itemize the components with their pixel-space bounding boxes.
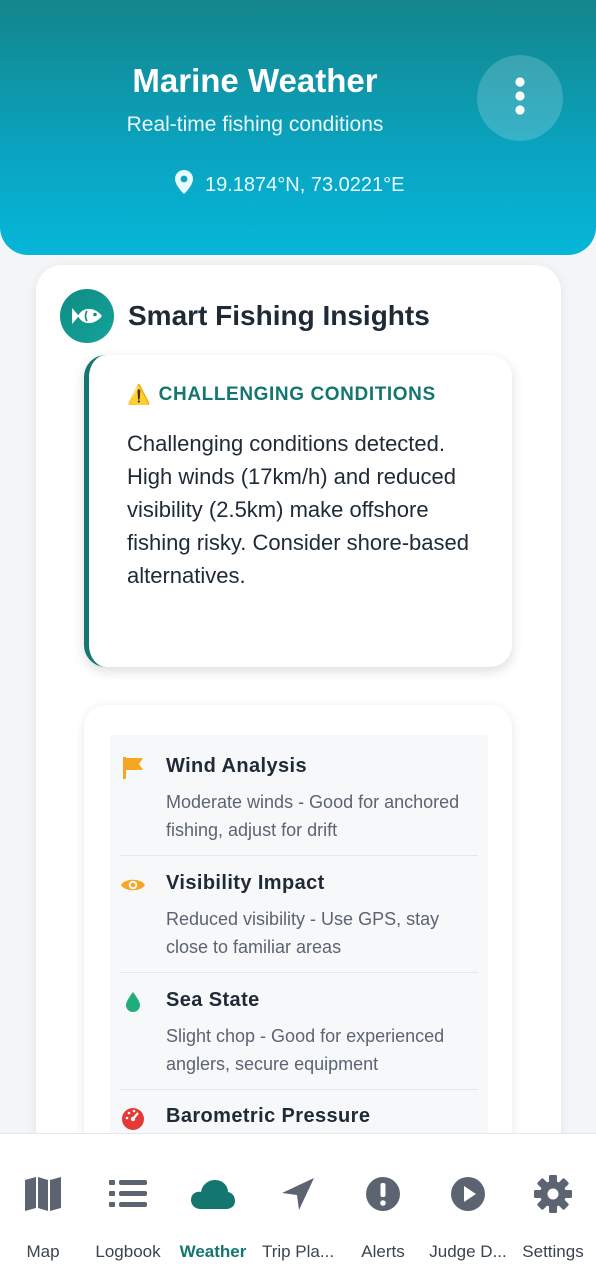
fish-icon <box>60 289 114 343</box>
smart-insights-card: Smart Fishing Insights ⚠️ CHALLENGING CO… <box>36 265 561 1165</box>
app-header: Marine Weather Real-time fishing conditi… <box>0 0 596 255</box>
conditions-alert: ⚠️ CHALLENGING CONDITIONS Challenging co… <box>84 355 512 667</box>
list-icon <box>109 1174 147 1214</box>
nav-item-logbook[interactable]: Logbook <box>85 1134 171 1280</box>
flag-icon <box>120 755 146 781</box>
nav-item-trip-planner[interactable]: Trip Pla... <box>255 1134 341 1280</box>
map-icon <box>23 1174 63 1214</box>
navigation-arrow-icon <box>280 1174 316 1214</box>
nav-label: Logbook <box>95 1242 161 1261</box>
nav-item-weather[interactable]: Weather <box>170 1134 256 1280</box>
nav-label: Judge D... <box>429 1242 507 1261</box>
more-options-button[interactable] <box>477 55 563 141</box>
page-title: Marine Weather <box>132 62 378 99</box>
analysis-desc: Moderate winds - Good for anchored fishi… <box>166 792 460 840</box>
insights-title: Smart Fishing Insights <box>128 300 430 331</box>
alert-title: CHALLENGING CONDITIONS <box>158 384 436 405</box>
location-coordinates: 19.1874°N, 73.0221°E <box>175 170 404 200</box>
alert-heading: ⚠️ CHALLENGING CONDITIONS <box>127 383 488 407</box>
alert-text: Challenging conditions detected. High wi… <box>127 431 469 588</box>
water-drop-icon <box>120 989 146 1015</box>
cloud-icon <box>190 1174 236 1214</box>
coordinates-text: 19.1874°N, 73.0221°E <box>205 173 405 196</box>
location-pin-icon <box>175 170 193 200</box>
gauge-icon <box>120 1105 146 1131</box>
analysis-desc: Slight chop - Good for experienced angle… <box>166 1026 445 1074</box>
divider <box>120 972 478 973</box>
divider <box>120 1089 478 1090</box>
analysis-title: Barometric Pressure <box>166 1105 371 1127</box>
nav-item-map[interactable]: Map <box>0 1134 86 1280</box>
insights-header: Smart Fishing Insights <box>60 289 430 343</box>
divider <box>120 855 478 856</box>
analysis-list: Wind Analysis Moderate winds - Good for … <box>110 735 488 1165</box>
analysis-desc: Reduced visibility - Use GPS, stay close… <box>166 909 440 957</box>
gear-icon <box>534 1174 572 1214</box>
nav-item-settings[interactable]: Settings <box>510 1134 596 1280</box>
analysis-title: Wind Analysis <box>166 755 307 777</box>
warning-icon: ⚠️ <box>127 385 151 406</box>
more-vertical-icon <box>514 76 526 120</box>
page-subtitle: Real-time fishing conditions <box>126 113 384 136</box>
nav-label: Trip Pla... <box>261 1242 335 1261</box>
nav-label: Weather <box>179 1242 247 1261</box>
alert-circle-icon <box>365 1174 401 1214</box>
analysis-title: Visibility Impact <box>166 872 325 894</box>
analysis-panel: Wind Analysis Moderate winds - Good for … <box>84 705 512 1165</box>
nav-item-judge[interactable]: Judge D... <box>425 1134 511 1280</box>
bottom-navigation: Map Logbook Weather Trip Pla... Alerts J… <box>0 1133 596 1280</box>
nav-label: Map <box>26 1242 60 1261</box>
nav-item-alerts[interactable]: Alerts <box>340 1134 426 1280</box>
analysis-title: Sea State <box>166 989 260 1011</box>
play-circle-icon <box>450 1174 486 1214</box>
nav-label: Settings <box>522 1242 584 1261</box>
eye-icon <box>120 872 146 898</box>
nav-label: Alerts <box>361 1242 405 1261</box>
